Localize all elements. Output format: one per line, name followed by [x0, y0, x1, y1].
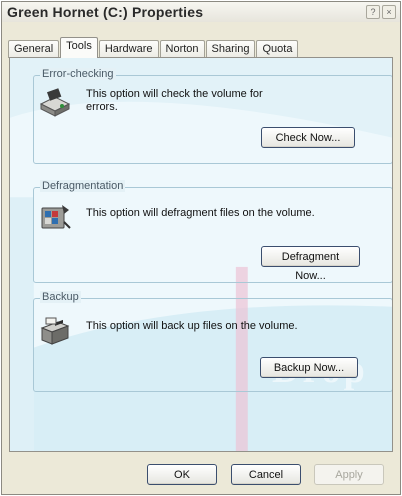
backup-description: This option will back up files on the vo…	[86, 320, 298, 332]
defragment-icon	[41, 205, 71, 229]
tab-strip: General Tools Hardware Norton Sharing Qu…	[8, 36, 299, 58]
error-checking-line-1: This option will check the volume for	[86, 88, 263, 100]
defragment-now-button[interactable]: Defragment Now...	[261, 246, 360, 282]
cancel-button[interactable]: Cancel	[231, 464, 301, 485]
backup-title: Backup	[40, 291, 81, 303]
title-bar[interactable]: Green Hornet (C:) Properties ? ×	[2, 2, 400, 22]
tab-sharing[interactable]: Sharing	[205, 40, 256, 58]
backup-icon	[40, 317, 70, 345]
backup-group: Backup This option will back up files on…	[33, 291, 392, 392]
tab-norton[interactable]: Norton	[159, 40, 205, 58]
error-checking-title: Error-checking	[40, 68, 116, 80]
tab-hardware[interactable]: Hardware	[98, 40, 159, 58]
error-checking-description: This option will check the volume for er…	[86, 88, 263, 114]
defragmentation-group: Defragmentation This option will defragm…	[33, 180, 392, 283]
tab-quota[interactable]: Quota	[256, 40, 299, 58]
close-button[interactable]: ×	[382, 5, 396, 19]
properties-dialog: Green Hornet (C:) Properties ? × General…	[1, 1, 401, 495]
apply-button[interactable]: Apply	[314, 464, 384, 485]
defragmentation-description: This option will defragment files on the…	[86, 207, 315, 219]
tab-tools[interactable]: Tools	[60, 37, 98, 58]
defragmentation-title: Defragmentation	[40, 180, 126, 192]
help-button[interactable]: ?	[366, 5, 380, 19]
check-now-button[interactable]: Check Now...	[261, 127, 355, 148]
disk-check-icon	[39, 88, 71, 117]
error-checking-group: Error-checking This option will check th…	[33, 68, 392, 164]
tab-general[interactable]: General	[8, 40, 60, 58]
backup-now-button[interactable]: Backup Now...	[260, 357, 358, 378]
tools-panel: Drop Error-checking This option will che…	[9, 57, 393, 452]
title-buttons: ? ×	[366, 5, 396, 19]
ok-button[interactable]: OK	[147, 464, 217, 485]
window-title: Green Hornet (C:) Properties	[7, 4, 204, 20]
error-checking-line-2: errors.	[86, 101, 118, 113]
